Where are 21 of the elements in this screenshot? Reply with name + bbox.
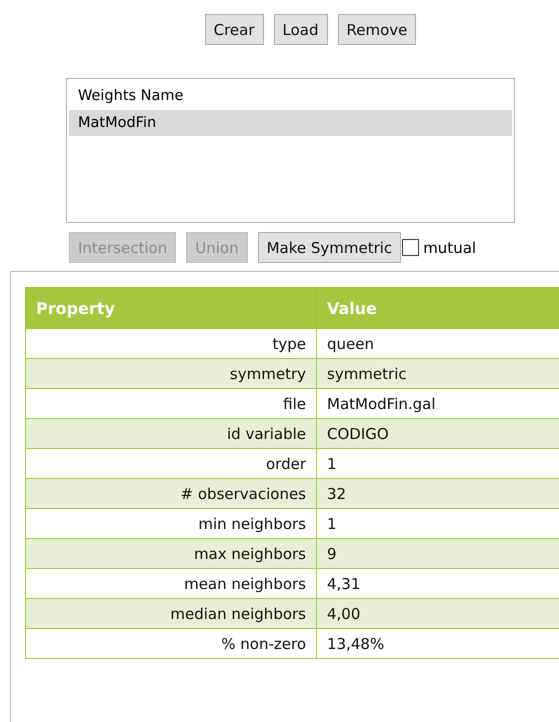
table-cell: CODIGO xyxy=(316,418,559,448)
column-header: Property xyxy=(26,288,316,328)
table-cell: id variable xyxy=(26,418,316,448)
action-button[interactable]: Make Symmetric xyxy=(258,232,402,263)
table-cell: % non-zero xyxy=(26,628,316,658)
column-header: Value xyxy=(316,288,559,328)
table-cell: 32 xyxy=(316,478,559,508)
list-item[interactable]: MatModFin xyxy=(69,110,512,136)
table-cell: symmetric xyxy=(316,358,559,388)
list-header: Weights Name xyxy=(77,87,184,106)
mutual-checkbox[interactable] xyxy=(402,239,420,256)
table-cell: median neighbors xyxy=(26,598,316,628)
checkbox-label: mutual xyxy=(423,238,476,256)
table-cell: 9 xyxy=(316,538,559,568)
table-cell: symmetry xyxy=(26,358,316,388)
toolbar-button[interactable]: Remove xyxy=(338,14,416,45)
toolbar-button[interactable]: Load xyxy=(274,14,328,45)
table-cell: # observaciones xyxy=(26,478,316,508)
toolbar-button[interactable]: Crear xyxy=(204,14,264,45)
table-cell: 4,00 xyxy=(316,598,559,628)
table-cell: max neighbors xyxy=(26,538,316,568)
